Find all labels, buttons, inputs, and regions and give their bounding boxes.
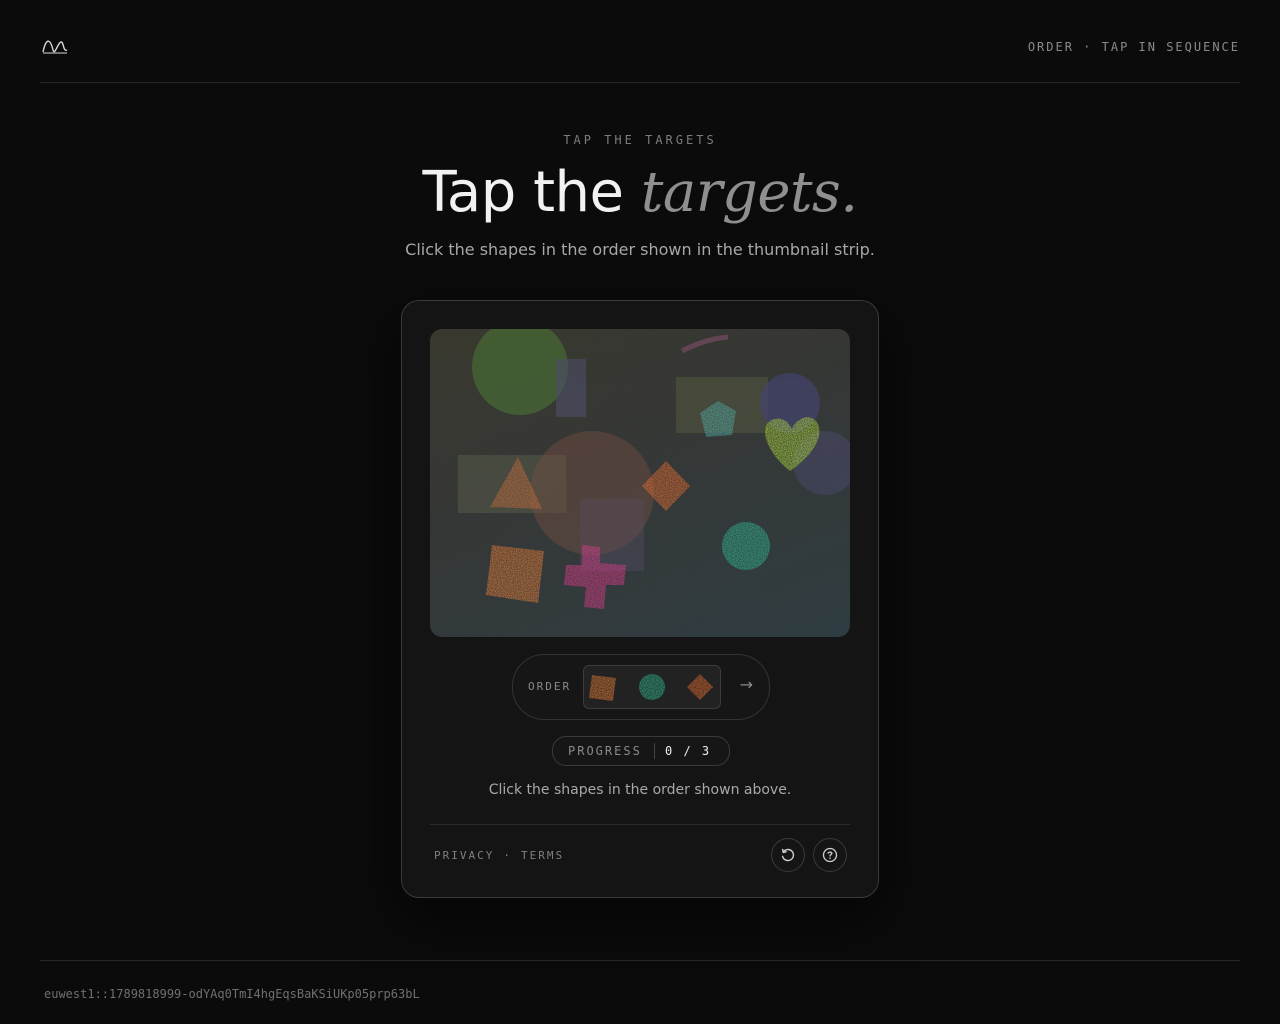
teal-circle-shape[interactable] — [722, 522, 770, 570]
progress-badge: PROGRESS 0 / 3 — [552, 736, 730, 766]
arrow-right-icon: → — [739, 675, 753, 694]
card-divider — [430, 824, 850, 825]
mode-label: ORDER · TAP IN SEQUENCE — [1027, 40, 1240, 54]
terms-link[interactable]: TERMS — [521, 849, 564, 862]
progress-value: 0 / 3 — [665, 744, 712, 758]
thumb-teal-circle-icon — [639, 674, 665, 700]
link-separator: · — [503, 849, 512, 862]
order-label: ORDER — [528, 680, 572, 693]
progress-label: PROGRESS — [568, 744, 642, 758]
title-emphasis: targets. — [640, 160, 858, 225]
help-icon — [822, 847, 838, 863]
top-bar: ORDER · TAP IN SEQUENCE — [40, 0, 1240, 83]
thumb-orange-square-icon — [589, 675, 616, 701]
challenge-card: ORDER → PROGRESS 0 / 3 Click the shapes … — [401, 300, 879, 898]
legal-links: PRIVACY · TERMS — [434, 849, 564, 862]
eyebrow-label: TAP THE TARGETS — [563, 133, 717, 147]
challenge-canvas[interactable] — [430, 329, 850, 637]
logo-icon — [42, 40, 68, 54]
shape-field[interactable] — [430, 329, 850, 637]
title-plain: Tap the — [422, 160, 624, 225]
page-subtitle: Click the shapes in the order shown in t… — [405, 240, 875, 259]
refresh-icon — [781, 848, 795, 862]
instruction-text: Click the shapes in the order shown abov… — [488, 782, 792, 798]
orange-square-shape[interactable] — [486, 545, 544, 603]
thumbnail-strip — [583, 665, 721, 709]
privacy-link[interactable]: PRIVACY — [434, 849, 494, 862]
help-button[interactable] — [813, 838, 847, 872]
order-strip: ORDER → — [512, 654, 770, 720]
thumb-orange-diamond-icon — [687, 674, 713, 700]
footer-divider — [40, 960, 1240, 961]
progress-divider — [654, 743, 655, 759]
refresh-button[interactable] — [771, 838, 805, 872]
page-title: Tap the targets. — [0, 158, 1280, 228]
session-id: euwest1::1789818999-odYAq0TmI4hgEqsBaKSi… — [44, 987, 420, 1001]
